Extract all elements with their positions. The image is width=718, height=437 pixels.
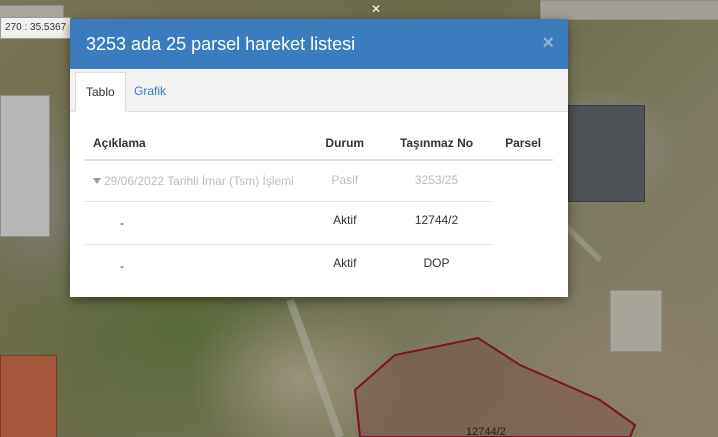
row-tasinmaz-no: DOP: [423, 256, 450, 270]
tab-bar: Tablo Grafik: [70, 69, 568, 112]
column-header-tasinmaz-no[interactable]: Taşınmaz No: [379, 127, 494, 161]
history-table: Açıklama Durum Taşınmaz No Parsel 29/06/…: [85, 127, 553, 287]
row-parsel: [493, 160, 553, 202]
table-row[interactable]: - Aktif DOP: [85, 245, 553, 288]
column-header-aciklama[interactable]: Açıklama: [85, 127, 310, 161]
row-description: 29/06/2022 Tarihli İmar (Tsm) İşlemi: [104, 174, 294, 188]
dialog-header: 3253 ada 25 parsel hareket listesi ×: [70, 19, 568, 69]
coordinate-readout: 270 : 35.5367: [0, 17, 72, 39]
row-tasinmaz-no: 12744/2: [379, 198, 494, 242]
dialog-title: 3253 ada 25 parsel hareket listesi: [86, 34, 356, 54]
parcel-history-dialog: 3253 ada 25 parsel hareket listesi × Tab…: [70, 19, 568, 297]
parcel-map-label: 12744/2: [466, 426, 506, 437]
column-header-parsel[interactable]: Parsel: [493, 127, 553, 161]
table-row[interactable]: - Aktif 12744/2: [85, 198, 553, 245]
column-header-durum[interactable]: Durum: [309, 127, 380, 161]
row-description: -: [85, 201, 310, 245]
caret-down-icon[interactable]: [93, 177, 101, 184]
close-button[interactable]: ×: [542, 32, 554, 55]
row-parsel: [493, 202, 553, 245]
row-status: Pasif: [309, 159, 380, 201]
tab-grafik[interactable]: Grafik: [124, 72, 176, 110]
row-description: -: [120, 259, 124, 273]
row-status: Aktif: [333, 256, 357, 270]
row-parsel: [493, 245, 553, 288]
table-row[interactable]: 29/06/2022 Tarihli İmar (Tsm) İşlemi Pas…: [85, 159, 553, 202]
close-icon[interactable]: ✕: [371, 2, 381, 16]
tab-tablo[interactable]: Tablo: [75, 72, 126, 112]
row-tasinmaz-no: 3253/25: [379, 159, 494, 201]
row-status: Aktif: [309, 198, 380, 242]
